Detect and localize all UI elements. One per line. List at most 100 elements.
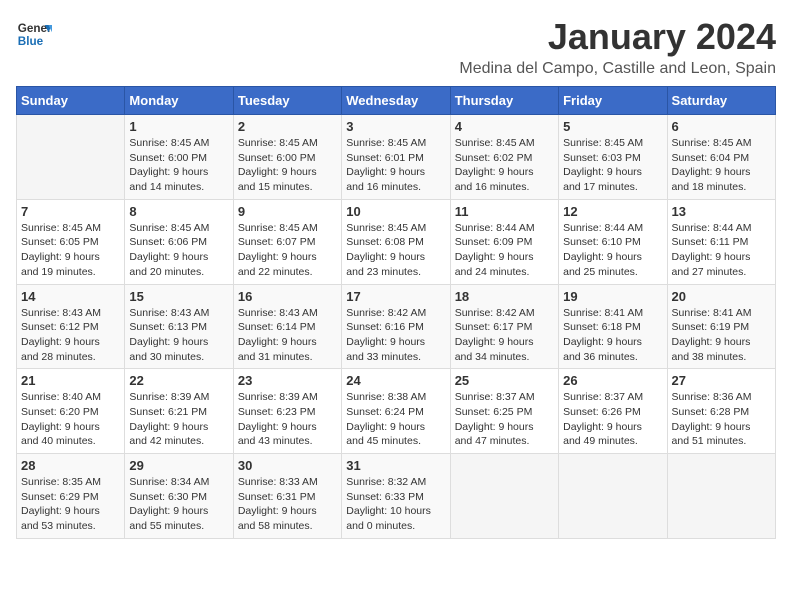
calendar-cell: 16 Sunrise: 8:43 AMSunset: 6:14 PMDayligh…	[233, 284, 341, 369]
day-info: Sunrise: 8:43 AMSunset: 6:12 PMDaylight:…	[21, 306, 120, 365]
day-info: Sunrise: 8:45 AMSunset: 6:05 PMDaylight:…	[21, 221, 120, 280]
calendar-cell: 4 Sunrise: 8:45 AMSunset: 6:02 PMDaylight…	[450, 115, 558, 200]
day-info: Sunrise: 8:37 AMSunset: 6:25 PMDaylight:…	[455, 390, 554, 449]
calendar-body: 1 Sunrise: 8:45 AMSunset: 6:00 PMDaylight…	[17, 115, 776, 539]
calendar-cell: 5 Sunrise: 8:45 AMSunset: 6:03 PMDaylight…	[559, 115, 667, 200]
calendar-cell: 19Sunrise: 8:41 AMSunset: 6:18 PMDayligh…	[559, 284, 667, 369]
day-number: 10	[346, 204, 445, 219]
day-number: 19	[563, 289, 662, 304]
day-info: Sunrise: 8:32 AMSunset: 6:33 PMDaylight:…	[346, 475, 445, 534]
header-day-sunday: Sunday	[17, 87, 125, 115]
day-info: Sunrise: 8:42 AMSunset: 6:16 PMDaylight:…	[346, 306, 445, 365]
day-info: Sunrise: 8:40 AMSunset: 6:20 PMDaylight:…	[21, 390, 120, 449]
calendar-cell: 6Sunrise: 8:45 AMSunset: 6:04 PMDaylight…	[667, 115, 775, 200]
calendar-cell	[450, 454, 558, 539]
logo: General Blue	[16, 16, 52, 52]
page-header: General Blue January 2024 Medina del Cam…	[16, 16, 776, 78]
calendar-week-2: 7 Sunrise: 8:45 AMSunset: 6:05 PMDaylight…	[17, 199, 776, 284]
calendar-cell: 11 Sunrise: 8:44 AMSunset: 6:09 PMDayligh…	[450, 199, 558, 284]
day-number: 27	[672, 373, 771, 388]
day-info: Sunrise: 8:38 AMSunset: 6:24 PMDaylight:…	[346, 390, 445, 449]
day-info: Sunrise: 8:35 AMSunset: 6:29 PMDaylight:…	[21, 475, 120, 534]
calendar-cell: 17 Sunrise: 8:42 AMSunset: 6:16 PMDayligh…	[342, 284, 450, 369]
day-number: 4	[455, 119, 554, 134]
calendar-cell: 2Sunrise: 8:45 AMSunset: 6:00 PMDaylight…	[233, 115, 341, 200]
calendar-cell: 31 Sunrise: 8:32 AMSunset: 6:33 PMDayligh…	[342, 454, 450, 539]
day-number: 14	[21, 289, 120, 304]
calendar-week-4: 21Sunrise: 8:40 AMSunset: 6:20 PMDayligh…	[17, 369, 776, 454]
day-info: Sunrise: 8:45 AMSunset: 6:06 PMDaylight:…	[129, 221, 228, 280]
day-number: 28	[21, 458, 120, 473]
header-day-wednesday: Wednesday	[342, 87, 450, 115]
calendar-cell: 9Sunrise: 8:45 AMSunset: 6:07 PMDaylight…	[233, 199, 341, 284]
day-info: Sunrise: 8:44 AMSunset: 6:09 PMDaylight:…	[455, 221, 554, 280]
day-info: Sunrise: 8:45 AMSunset: 6:00 PMDaylight:…	[238, 136, 337, 195]
header-day-friday: Friday	[559, 87, 667, 115]
calendar-cell: 24Sunrise: 8:38 AMSunset: 6:24 PMDayligh…	[342, 369, 450, 454]
day-info: Sunrise: 8:34 AMSunset: 6:30 PMDaylight:…	[129, 475, 228, 534]
day-info: Sunrise: 8:42 AMSunset: 6:17 PMDaylight:…	[455, 306, 554, 365]
calendar-cell	[17, 115, 125, 200]
calendar-cell: 18 Sunrise: 8:42 AMSunset: 6:17 PMDayligh…	[450, 284, 558, 369]
logo-icon: General Blue	[16, 16, 52, 52]
day-info: Sunrise: 8:45 AMSunset: 6:02 PMDaylight:…	[455, 136, 554, 195]
day-number: 5	[563, 119, 662, 134]
calendar-table: SundayMondayTuesdayWednesdayThursdayFrid…	[16, 86, 776, 539]
day-info: Sunrise: 8:37 AMSunset: 6:26 PMDaylight:…	[563, 390, 662, 449]
calendar-cell: 15Sunrise: 8:43 AMSunset: 6:13 PMDayligh…	[125, 284, 233, 369]
day-number: 16	[238, 289, 337, 304]
calendar-cell: 12 Sunrise: 8:44 AMSunset: 6:10 PMDayligh…	[559, 199, 667, 284]
day-info: Sunrise: 8:36 AMSunset: 6:28 PMDaylight:…	[672, 390, 771, 449]
day-number: 8	[129, 204, 228, 219]
calendar-header: SundayMondayTuesdayWednesdayThursdayFrid…	[17, 87, 776, 115]
day-number: 11	[455, 204, 554, 219]
calendar-cell: 8 Sunrise: 8:45 AMSunset: 6:06 PMDaylight…	[125, 199, 233, 284]
day-info: Sunrise: 8:45 AMSunset: 6:01 PMDaylight:…	[346, 136, 445, 195]
day-number: 9	[238, 204, 337, 219]
calendar-cell: 27 Sunrise: 8:36 AMSunset: 6:28 PMDayligh…	[667, 369, 775, 454]
header-day-monday: Monday	[125, 87, 233, 115]
calendar-cell: 25 Sunrise: 8:37 AMSunset: 6:25 PMDayligh…	[450, 369, 558, 454]
day-number: 17	[346, 289, 445, 304]
month-title: January 2024	[459, 16, 776, 58]
day-number: 20	[672, 289, 771, 304]
day-number: 29	[129, 458, 228, 473]
day-number: 30	[238, 458, 337, 473]
day-number: 25	[455, 373, 554, 388]
day-number: 13	[672, 204, 771, 219]
day-number: 31	[346, 458, 445, 473]
calendar-cell	[559, 454, 667, 539]
svg-text:Blue: Blue	[18, 35, 44, 48]
calendar-cell: 21Sunrise: 8:40 AMSunset: 6:20 PMDayligh…	[17, 369, 125, 454]
calendar-week-3: 14 Sunrise: 8:43 AMSunset: 6:12 PMDayligh…	[17, 284, 776, 369]
calendar-week-5: 28 Sunrise: 8:35 AMSunset: 6:29 PMDayligh…	[17, 454, 776, 539]
day-number: 7	[21, 204, 120, 219]
day-info: Sunrise: 8:45 AMSunset: 6:00 PMDaylight:…	[129, 136, 228, 195]
day-number: 22	[129, 373, 228, 388]
day-number: 1	[129, 119, 228, 134]
day-info: Sunrise: 8:45 AMSunset: 6:03 PMDaylight:…	[563, 136, 662, 195]
calendar-cell: 26Sunrise: 8:37 AMSunset: 6:26 PMDayligh…	[559, 369, 667, 454]
day-info: Sunrise: 8:43 AMSunset: 6:13 PMDaylight:…	[129, 306, 228, 365]
day-info: Sunrise: 8:33 AMSunset: 6:31 PMDaylight:…	[238, 475, 337, 534]
day-info: Sunrise: 8:45 AMSunset: 6:08 PMDaylight:…	[346, 221, 445, 280]
calendar-cell: 10 Sunrise: 8:45 AMSunset: 6:08 PMDayligh…	[342, 199, 450, 284]
header-day-saturday: Saturday	[667, 87, 775, 115]
calendar-cell: 29 Sunrise: 8:34 AMSunset: 6:30 PMDayligh…	[125, 454, 233, 539]
calendar-cell: 30 Sunrise: 8:33 AMSunset: 6:31 PMDayligh…	[233, 454, 341, 539]
calendar-cell: 23Sunrise: 8:39 AMSunset: 6:23 PMDayligh…	[233, 369, 341, 454]
calendar-cell: 28 Sunrise: 8:35 AMSunset: 6:29 PMDayligh…	[17, 454, 125, 539]
calendar-cell: 1 Sunrise: 8:45 AMSunset: 6:00 PMDaylight…	[125, 115, 233, 200]
location-subtitle: Medina del Campo, Castille and Leon, Spa…	[459, 60, 776, 78]
day-number: 3	[346, 119, 445, 134]
day-number: 18	[455, 289, 554, 304]
day-info: Sunrise: 8:43 AMSunset: 6:14 PMDaylight:…	[238, 306, 337, 365]
day-number: 12	[563, 204, 662, 219]
day-info: Sunrise: 8:44 AMSunset: 6:10 PMDaylight:…	[563, 221, 662, 280]
day-info: Sunrise: 8:39 AMSunset: 6:23 PMDaylight:…	[238, 390, 337, 449]
calendar-cell: 13Sunrise: 8:44 AMSunset: 6:11 PMDayligh…	[667, 199, 775, 284]
calendar-cell: 7 Sunrise: 8:45 AMSunset: 6:05 PMDaylight…	[17, 199, 125, 284]
day-info: Sunrise: 8:45 AMSunset: 6:04 PMDaylight:…	[672, 136, 771, 195]
header-row: SundayMondayTuesdayWednesdayThursdayFrid…	[17, 87, 776, 115]
title-block: January 2024 Medina del Campo, Castille …	[459, 16, 776, 78]
